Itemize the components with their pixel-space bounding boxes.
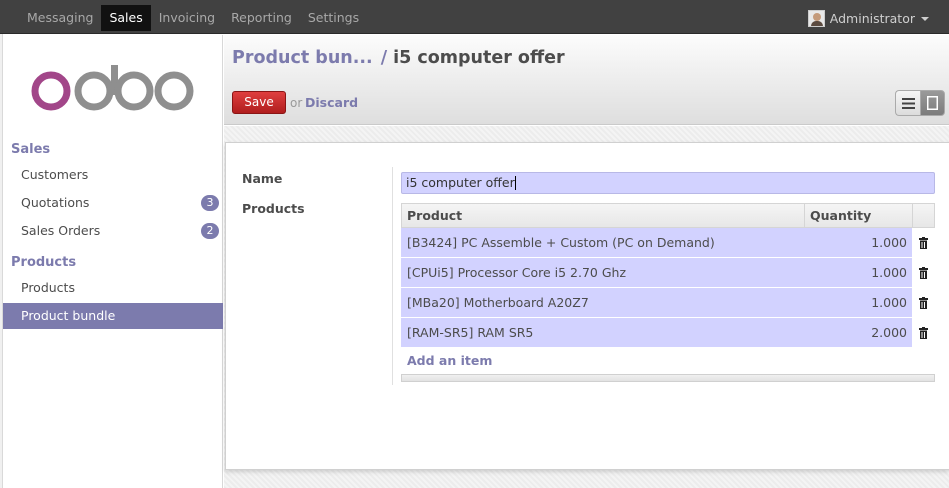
table-row[interactable]: [MBa20] Motherboard A20Z7 1.000 <box>401 288 935 318</box>
trash-icon[interactable] <box>912 228 935 258</box>
product-cell[interactable]: [CPUi5] Processor Core i5 2.70 Ghz <box>407 258 626 287</box>
quantity-cell[interactable]: 1.000 <box>871 228 907 257</box>
name-field[interactable]: i5 computer offer <box>401 172 935 194</box>
user-menu[interactable]: Administrator <box>807 9 929 27</box>
table-row[interactable]: [RAM-SR5] RAM SR5 2.000 <box>401 318 935 348</box>
quantity-cell[interactable]: 2.000 <box>871 318 907 347</box>
sidebar-item-label: Customers <box>21 167 89 182</box>
trash-icon[interactable] <box>912 288 935 318</box>
odoo-logo[interactable] <box>28 65 198 115</box>
trash-icon[interactable] <box>912 258 935 288</box>
column-header-product[interactable]: Product <box>402 204 805 227</box>
or-text: or <box>290 96 303 110</box>
name-label: Name <box>242 171 283 186</box>
sidebar-item-customers[interactable]: Customers <box>3 162 223 188</box>
avatar <box>807 9 825 27</box>
name-field-value: i5 computer offer <box>406 175 515 190</box>
sidebar-item-sales-orders[interactable]: Sales Orders 2 <box>3 218 223 244</box>
add-item-link[interactable]: Add an item <box>407 353 492 368</box>
sidebar-item-quotations[interactable]: Quotations 3 <box>3 190 223 216</box>
divider <box>392 167 393 385</box>
form-icon <box>927 96 938 110</box>
menu-invoicing[interactable]: Invoicing <box>151 5 223 31</box>
menu-messaging[interactable]: Messaging <box>19 5 101 31</box>
text-cursor <box>514 176 516 190</box>
trash-icon[interactable] <box>912 318 935 348</box>
top-navbar: Messaging Sales Invoicing Reporting Sett… <box>0 0 949 34</box>
menu-sales[interactable]: Sales <box>101 5 151 31</box>
sidebar-item-products[interactable]: Products <box>3 275 223 301</box>
table-row[interactable]: [B3424] PC Assemble + Custom (PC on Dema… <box>401 228 935 258</box>
sidebar-item-label: Sales Orders <box>21 223 101 238</box>
form-sheet: Name Products i5 computer offer Product … <box>225 142 949 470</box>
top-menu: Messaging Sales Invoicing Reporting Sett… <box>19 5 367 31</box>
quantity-cell[interactable]: 1.000 <box>871 288 907 317</box>
list-icon <box>901 97 915 109</box>
breadcrumb: Product bun... / i5 computer offer <box>232 48 565 68</box>
sidebar-item-label: Products <box>21 280 75 295</box>
count-badge: 2 <box>201 223 219 239</box>
table-footer <box>401 374 935 382</box>
table-row[interactable]: [CPUi5] Processor Core i5 2.70 Ghz 1.000 <box>401 258 935 288</box>
count-badge: 3 <box>201 195 219 211</box>
sidebar: Sales Customers Quotations 3 Sales Order… <box>3 35 223 488</box>
sidebar-section-sales: Sales <box>11 142 51 157</box>
sidebar-item-label: Product bundle <box>21 308 116 323</box>
user-name: Administrator <box>829 10 915 26</box>
sidebar-section-products: Products <box>11 255 77 270</box>
table-header: Product Quantity <box>401 203 935 228</box>
product-cell[interactable]: [RAM-SR5] RAM SR5 <box>407 318 533 347</box>
discard-button[interactable]: Discard <box>305 95 358 110</box>
view-switcher <box>895 90 945 116</box>
column-header-quantity[interactable]: Quantity <box>805 204 913 227</box>
breadcrumb-separator: / <box>380 48 388 68</box>
product-cell[interactable]: [MBa20] Motherboard A20Z7 <box>407 288 589 317</box>
chevron-down-icon <box>921 17 929 21</box>
breadcrumb-current: i5 computer offer <box>393 48 565 68</box>
form-view-button[interactable] <box>920 90 945 116</box>
breadcrumb-parent-link[interactable]: Product bun... <box>232 48 373 68</box>
list-view-button[interactable] <box>895 90 920 116</box>
quantity-cell[interactable]: 1.000 <box>871 258 907 287</box>
menu-settings[interactable]: Settings <box>300 5 367 31</box>
sidebar-item-product-bundle[interactable]: Product bundle <box>3 303 223 329</box>
menu-reporting[interactable]: Reporting <box>223 5 300 31</box>
save-button[interactable]: Save <box>232 91 286 114</box>
products-label: Products <box>242 201 305 216</box>
control-panel: Product bun... / i5 computer offer Save or… <box>224 35 949 125</box>
product-cell[interactable]: [B3424] PC Assemble + Custom (PC on Dema… <box>407 228 715 257</box>
sidebar-item-label: Quotations <box>21 195 90 210</box>
products-table: Product Quantity [B3424] PC Assemble + C… <box>401 203 935 368</box>
